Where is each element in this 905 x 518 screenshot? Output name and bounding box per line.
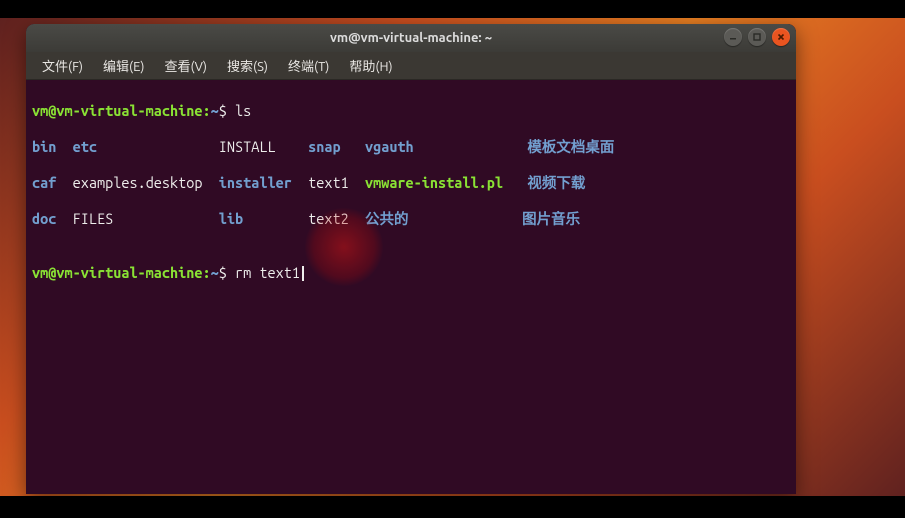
minimize-icon [729, 33, 737, 41]
ls-entry: 公共的 [365, 210, 522, 228]
ls-entry: 文档 [556, 138, 585, 156]
window-controls [724, 28, 790, 46]
ls-entry: 图片 [522, 210, 551, 228]
ls-entry: caf [32, 174, 73, 192]
menu-help[interactable]: 帮助(H) [341, 53, 400, 78]
close-icon [777, 33, 785, 41]
menu-edit[interactable]: 编辑(E) [95, 53, 152, 78]
menu-view[interactable]: 查看(V) [157, 53, 215, 78]
menu-terminal[interactable]: 终端(T) [280, 53, 337, 78]
terminal-line: vm@vm-virtual-machine:~$ ls [32, 102, 790, 120]
prompt-path: ~ [211, 264, 219, 281]
command-ls: ls [235, 102, 251, 119]
terminal-line: vm@vm-virtual-machine:~$ rm text1 [32, 264, 790, 282]
frame-top [0, 0, 905, 18]
ls-entry: 模板 [527, 138, 556, 156]
prompt-userhost: vm@vm-virtual-machine [32, 102, 203, 119]
ls-entry: installer [219, 174, 308, 192]
prompt-symbol: $ [219, 264, 227, 281]
ls-entry: vgauth [365, 138, 527, 156]
ls-entry: 视频 [527, 174, 556, 192]
maximize-icon [753, 33, 761, 41]
ls-entry: bin [32, 138, 73, 156]
ls-entry: etc [73, 138, 219, 156]
maximize-button[interactable] [748, 28, 766, 46]
minimize-button[interactable] [724, 28, 742, 46]
prompt-userhost: vm@vm-virtual-machine [32, 264, 203, 281]
ls-entry: 桌面 [585, 138, 614, 156]
prompt-sep: : [203, 264, 211, 281]
ls-entry: 音乐 [551, 210, 580, 228]
terminal-window: vm@vm-virtual-machine: ~ 文件(F) 编辑(E) 查看(… [26, 24, 796, 494]
frame-bottom [0, 496, 905, 518]
ls-entry: text2 [308, 210, 365, 228]
ls-row: bin etc INSTALL snap vgauth 模板文档桌面 [32, 138, 790, 156]
prompt-symbol: $ [219, 102, 227, 119]
prompt-path: ~ [211, 102, 219, 119]
ls-entry: examples.desktop [73, 174, 219, 192]
menubar: 文件(F) 编辑(E) 查看(V) 搜索(S) 终端(T) 帮助(H) [26, 52, 796, 80]
ls-entry: FILES [73, 210, 219, 228]
prompt-sep: : [203, 102, 211, 119]
menu-file[interactable]: 文件(F) [34, 53, 91, 78]
ls-entry: 下载 [556, 174, 585, 192]
ls-entry: vmware-install.pl [365, 174, 527, 192]
titlebar[interactable]: vm@vm-virtual-machine: ~ [26, 24, 796, 52]
ls-entry: snap [308, 138, 365, 156]
terminal-body[interactable]: vm@vm-virtual-machine:~$ ls bin etc INST… [26, 80, 796, 494]
ls-row: caf examples.desktop installer text1 vmw… [32, 174, 790, 192]
close-button[interactable] [772, 28, 790, 46]
ls-row: doc FILES lib text2 公共的 图片音乐 [32, 210, 790, 228]
ls-entry: lib [219, 210, 308, 228]
menu-search[interactable]: 搜索(S) [219, 53, 276, 78]
window-title: vm@vm-virtual-machine: ~ [330, 31, 492, 45]
text-cursor [302, 266, 304, 281]
ls-entry: doc [32, 210, 73, 228]
ls-entry: text1 [308, 174, 365, 192]
ls-entry: INSTALL [219, 138, 308, 156]
command-rm: rm text1 [235, 264, 300, 281]
